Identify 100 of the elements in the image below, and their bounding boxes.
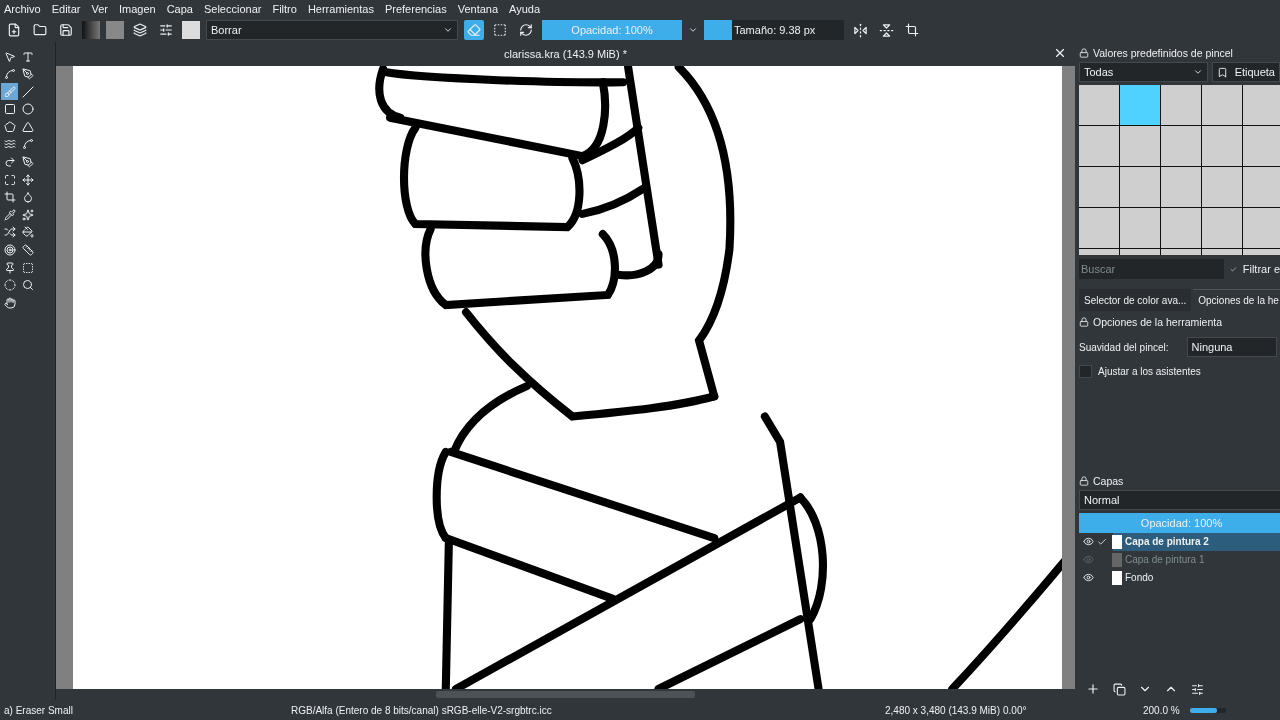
brush-preset-thumbnail[interactable]	[1120, 167, 1160, 207]
brush-preset-thumbnail[interactable]	[1079, 126, 1119, 166]
brush-preset-thumbnail[interactable]	[1161, 167, 1201, 207]
layer-row[interactable]: Capa de pintura 1	[1079, 550, 1280, 569]
brush-preset-thumbnail[interactable]	[1161, 126, 1201, 166]
brush-name: a) Eraser Small	[4, 704, 74, 716]
field-label: Suavidad del pincel:	[1079, 341, 1169, 353]
eyedropper-icon	[3, 208, 16, 221]
checkbox-label: Filtrar e	[1242, 263, 1280, 275]
brush-preset-thumbnail[interactable]	[1243, 167, 1280, 207]
erase-mode-button[interactable]	[464, 20, 484, 40]
tool-button[interactable]	[19, 223, 36, 241]
curve-icon	[3, 68, 16, 81]
menu-item[interactable]: Herramientas	[307, 3, 374, 15]
brush-preset-thumbnail[interactable]	[1202, 85, 1242, 125]
sliders-icon	[1190, 682, 1204, 696]
rectangle-select-icon	[21, 261, 34, 274]
layer-thumbnail	[1112, 570, 1122, 585]
smoothing-dropdown[interactable]: Ninguna	[1186, 337, 1277, 357]
pointer-icon	[3, 50, 16, 63]
ellipse-icon	[21, 103, 34, 116]
brush-preset-thumbnail[interactable]	[1120, 85, 1160, 125]
caret-icon	[443, 25, 453, 35]
fill-icon	[21, 226, 34, 239]
tool-button[interactable]	[1, 83, 18, 101]
size-slider[interactable]: Tamaño: 9.38 px	[704, 20, 844, 40]
menu-item[interactable]: Archivo	[4, 3, 41, 15]
close-icon	[1053, 46, 1067, 60]
brush-preset-thumbnail[interactable]	[1079, 85, 1119, 125]
bookmark-icon	[1216, 66, 1228, 78]
eye-icon[interactable]	[1083, 536, 1094, 547]
panel-title: Capas	[1093, 474, 1124, 487]
check-icon	[1097, 536, 1107, 547]
hand-icon	[3, 296, 16, 309]
menu-item[interactable]: Seleccionar	[203, 3, 262, 15]
new-file-icon	[7, 23, 21, 37]
search-field[interactable]: Buscar	[1079, 259, 1224, 279]
brush-preset-thumbnail[interactable]	[1161, 85, 1201, 125]
copy-icon	[1112, 682, 1126, 696]
brush-preset-thumbnail[interactable]	[1202, 208, 1242, 248]
layer-row[interactable]: Fondo	[1079, 568, 1280, 587]
panel-tab[interactable]: Selector de color ava...	[1079, 289, 1192, 311]
color-space: RGB/Alfa (Entero de 8 bits/canal) sRGB-elle-V2-srgbtrc.icc	[291, 704, 553, 716]
menu-item[interactable]: Imagen	[118, 3, 156, 15]
tool-button[interactable]	[19, 100, 36, 118]
menu-item[interactable]: Editar	[51, 3, 81, 15]
scrollbar-thumb[interactable]	[436, 691, 695, 698]
brush-preset-dropdown[interactable]: Borrar	[206, 20, 458, 40]
gradient-swatch[interactable]	[82, 21, 100, 39]
crop-icon	[3, 191, 16, 204]
menu-item[interactable]: Ventana	[457, 3, 499, 15]
caret-icon	[1192, 67, 1203, 77]
image-dimensions: 2,480 x 3,480 (143.9 MiB)	[885, 704, 1002, 716]
zoom-value: 200.0 %	[1143, 704, 1180, 716]
text-icon	[21, 50, 34, 63]
brush-preset-thumbnail[interactable]	[1120, 208, 1160, 248]
close-button[interactable]	[1053, 46, 1067, 60]
menu-item[interactable]: Ayuda	[509, 3, 541, 15]
brush-preset-thumbnail[interactable]	[1120, 126, 1160, 166]
tool-button[interactable]	[1, 276, 18, 294]
eraser-icon	[467, 23, 481, 37]
brush-preset-thumbnail[interactable]	[1202, 126, 1242, 166]
brush-preset-thumbnail[interactable]	[1243, 126, 1280, 166]
brush-preset-thumbnail[interactable]	[1161, 208, 1201, 248]
document-title: clarissa.kra (143.9 MiB) *	[504, 48, 627, 60]
brush-preset-thumbnail[interactable]	[1243, 208, 1280, 248]
layer-name: Fondo	[1125, 572, 1154, 583]
brush-preset-thumbnail[interactable]	[1243, 85, 1280, 125]
checkbox[interactable]	[1079, 365, 1092, 378]
lock-icon	[1079, 48, 1089, 58]
rectangle-icon	[3, 103, 16, 116]
lock-icon	[1079, 475, 1089, 486]
menu-item[interactable]: Preferencias	[384, 3, 447, 15]
blend-mode-dropdown[interactable]: Normal	[1079, 489, 1280, 510]
crop-icon	[905, 23, 919, 37]
tool-button[interactable]	[1, 241, 18, 259]
tag-button[interactable]: Etiqueta	[1211, 62, 1280, 82]
menu-item[interactable]: Capa	[166, 3, 193, 15]
menu-item[interactable]: Filtro	[272, 3, 297, 15]
zoom-slider[interactable]	[1189, 707, 1226, 713]
checkbox-label: Ajustar a los asistentes	[1098, 366, 1201, 377]
tool-button[interactable]	[19, 153, 36, 171]
tool-button[interactable]	[19, 65, 36, 83]
measure-icon	[21, 244, 34, 257]
pattern-swatch[interactable]	[106, 21, 124, 39]
rotation-value: 0.00°	[1003, 704, 1028, 716]
layer-name: Capa de pintura 1	[1125, 554, 1205, 565]
mirror-icon	[878, 22, 894, 38]
tag-filter-dropdown[interactable]: Todas	[1079, 62, 1208, 82]
layer-name: Capa de pintura 2	[1125, 536, 1209, 547]
brush-preset-thumbnail[interactable]	[1202, 167, 1242, 207]
save-icon	[59, 23, 73, 37]
brush-preset-thumbnail[interactable]	[1079, 167, 1119, 207]
canvas[interactable]	[73, 66, 1062, 689]
eye-icon[interactable]	[1083, 572, 1094, 583]
tool-button[interactable]	[19, 241, 36, 259]
line-icon	[21, 85, 34, 98]
brush-icon	[3, 85, 16, 98]
brush-preset-thumbnail[interactable]	[1079, 208, 1119, 248]
menu-item[interactable]: Ver	[91, 3, 108, 15]
